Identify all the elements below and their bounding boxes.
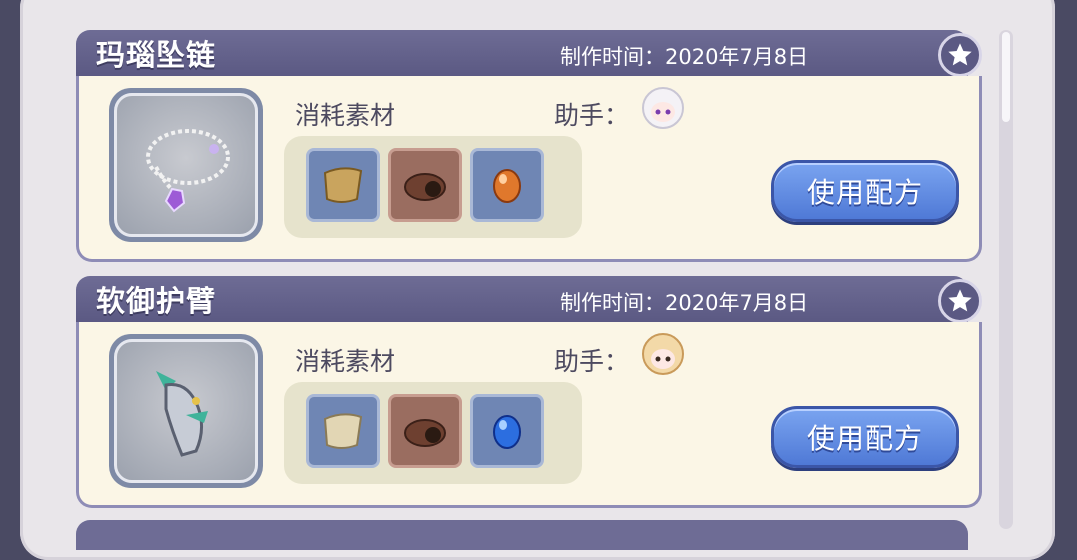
scrollbar-thumb[interactable]	[1002, 32, 1010, 122]
use-recipe-button[interactable]: 使用配方	[771, 160, 959, 222]
star-icon	[948, 43, 972, 66]
use-recipe-button[interactable]: 使用配方	[771, 406, 959, 468]
creation-time: 制作时间：2020年7月8日	[560, 45, 809, 69]
materials-tray	[284, 382, 582, 484]
recipe-header: 玛瑙坠链 制作时间：2020年7月8日	[76, 30, 968, 76]
item-slot[interactable]	[109, 334, 263, 488]
bracer-icon	[404, 173, 446, 201]
helper-label: 助手：	[554, 347, 630, 376]
materials-label: 消耗素材	[295, 101, 396, 130]
helper-avatar	[639, 84, 687, 132]
materials-label: 消耗素材	[295, 347, 396, 376]
recipe-card: 玛瑙坠链 制作时间：2020年7月8日 消耗素材 助手： 使用配方	[76, 30, 986, 265]
material-slot[interactable]	[388, 394, 462, 468]
material-slot[interactable]	[306, 394, 380, 468]
material-slot[interactable]	[306, 148, 380, 222]
orange-gem-icon	[493, 169, 521, 203]
material-slot[interactable]	[388, 148, 462, 222]
favorite-star-button[interactable]	[938, 33, 982, 77]
materials-tray	[284, 136, 582, 238]
bracer-icon	[404, 419, 446, 447]
soft-armguard-icon	[156, 371, 208, 457]
recipe-title: 玛瑙坠链	[96, 38, 217, 72]
blonde-helper-icon	[642, 333, 684, 375]
next-recipe-header	[76, 520, 968, 550]
recipe-card: 软御护臂 制作时间：2020年7月8日 消耗素材 助手： 使用配方	[76, 276, 986, 511]
blue-gem-icon	[493, 415, 521, 449]
material-slot[interactable]	[470, 394, 544, 468]
helper-avatar	[639, 330, 687, 378]
helper-label: 助手：	[554, 101, 630, 130]
paper-scroll-icon	[323, 413, 363, 449]
leather-scroll-icon	[323, 167, 363, 203]
item-slot[interactable]	[109, 88, 263, 242]
material-slot[interactable]	[470, 148, 544, 222]
star-icon	[948, 289, 972, 312]
recipe-body: 消耗素材 助手： 使用配方	[76, 76, 982, 262]
favorite-star-button[interactable]	[938, 279, 982, 323]
white-hair-helper-icon	[642, 87, 684, 129]
recipe-title: 软御护臂	[96, 284, 217, 318]
creation-time: 制作时间：2020年7月8日	[560, 291, 809, 315]
recipe-body: 消耗素材 助手： 使用配方	[76, 322, 982, 508]
recipe-header: 软御护臂 制作时间：2020年7月8日	[76, 276, 968, 322]
agate-necklace-icon	[146, 129, 230, 213]
